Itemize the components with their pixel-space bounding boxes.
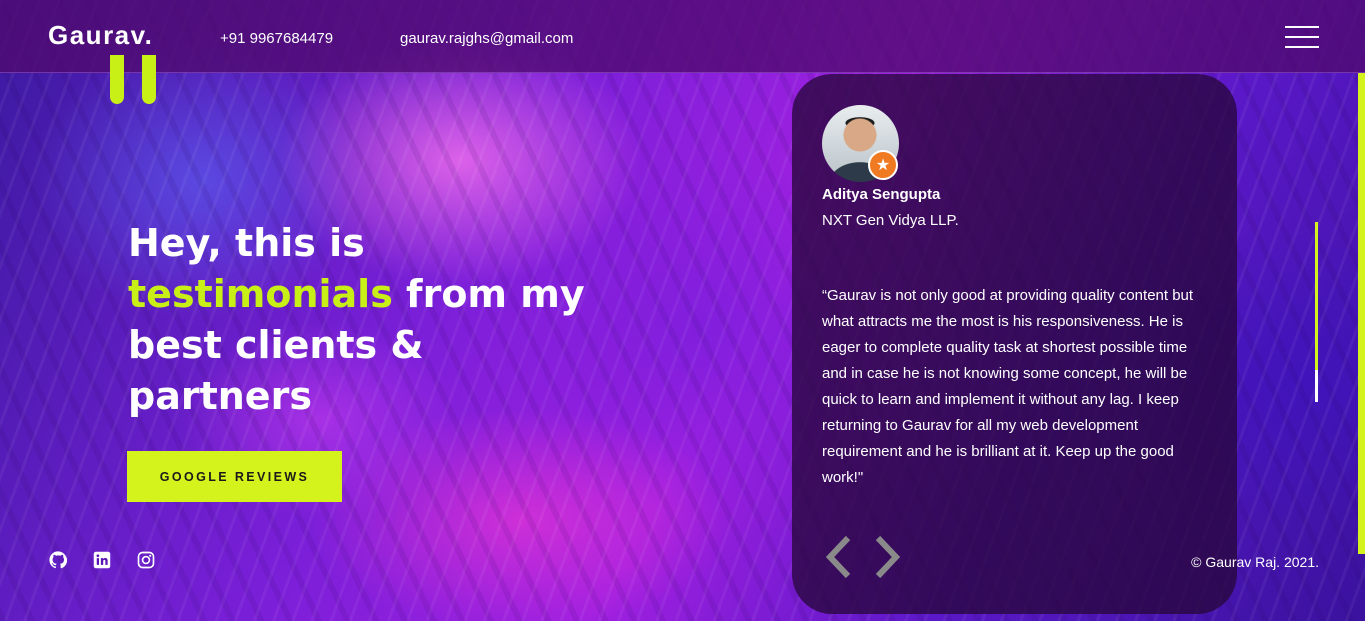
quote-mark-icon: [110, 55, 124, 104]
site-logo[interactable]: Gaurav.: [48, 20, 153, 51]
chevron-right-icon[interactable]: [872, 534, 902, 580]
google-reviews-button[interactable]: GOOGLE REVIEWS: [127, 451, 342, 502]
hero-heading-accent: testimonials: [128, 272, 393, 316]
email-link[interactable]: gaurav.rajghs@gmail.com: [400, 30, 573, 47]
quote-mark-icon: [142, 55, 156, 104]
hamburger-menu-icon[interactable]: [1285, 26, 1319, 48]
client-name: Aditya Sengupta: [822, 186, 941, 203]
github-icon[interactable]: [49, 551, 67, 569]
chevron-left-icon[interactable]: [824, 534, 854, 580]
scroll-indicator-fill: [1315, 222, 1318, 370]
testimonial-card: ★ Aditya Sengupta NXT Gen Vidya LLP. “Ga…: [792, 74, 1237, 614]
testimonial-quote: “Gaurav is not only good at providing qu…: [822, 287, 1194, 486]
client-company: NXT Gen Vidya LLP.: [822, 212, 959, 229]
copyright-text: © Gaurav Raj. 2021.: [1191, 554, 1319, 570]
menu-line: [1285, 36, 1319, 38]
top-navbar: Gaurav. +91 9967684479 gaurav.rajghs@gma…: [0, 0, 1365, 73]
phone-link[interactable]: +91 9967684479: [220, 30, 333, 47]
linkedin-icon[interactable]: [93, 551, 111, 569]
menu-line: [1285, 46, 1319, 48]
hero-heading: Hey, this is testimonials from my best cl…: [128, 218, 608, 422]
star-badge-icon: ★: [868, 150, 898, 180]
menu-line: [1285, 26, 1319, 28]
hero-heading-part1: Hey, this is: [128, 221, 365, 265]
carousel-controls: [824, 534, 902, 580]
social-links: [49, 551, 155, 569]
instagram-icon[interactable]: [137, 551, 155, 569]
page-edge-accent: [1358, 73, 1365, 554]
